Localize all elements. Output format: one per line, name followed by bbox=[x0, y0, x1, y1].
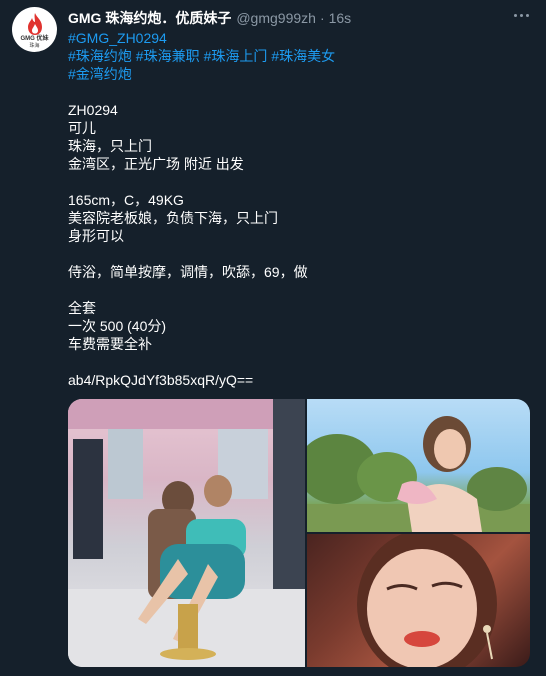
hashtag[interactable]: #珠海兼职 bbox=[136, 48, 200, 64]
hashtag[interactable]: #珠海约炮 bbox=[68, 48, 132, 64]
more-options-button[interactable] bbox=[510, 6, 532, 24]
hashtag[interactable]: #珠海上门 bbox=[204, 48, 268, 64]
text-line: 身形可以 bbox=[68, 228, 124, 244]
avatar[interactable]: GMG 优妹 珠海 bbox=[12, 7, 57, 52]
hashtag[interactable]: #珠海美女 bbox=[271, 48, 335, 64]
avatar-city-text: 珠海 bbox=[29, 43, 40, 49]
tweet[interactable]: GMG 优妹 珠海 GMG 珠海约炮．优质妹子 @gmg999zh · 16s … bbox=[0, 0, 546, 676]
tweet-text: #GMG_ZH0294 #珠海约炮 #珠海兼职 #珠海上门 #珠海美女 #金湾约炮 Z… bbox=[68, 29, 530, 389]
text-line: ZH0294 bbox=[68, 102, 118, 118]
hashtag-line-1: #GMG_ZH0294 bbox=[68, 29, 530, 47]
text-line: 一次 500 (40分) bbox=[68, 318, 167, 334]
photo-salon[interactable] bbox=[68, 399, 305, 667]
timestamp[interactable]: 16s bbox=[329, 10, 352, 26]
user-handle[interactable]: @gmg999zh bbox=[236, 10, 316, 26]
text-line: 侍浴，简单按摩，调情，吹舔，69，做 bbox=[68, 264, 308, 280]
text-line: 金湾区，正光广场 附近 出发 bbox=[68, 156, 244, 172]
more-horizontal-icon bbox=[513, 13, 529, 17]
text-line: 165cm，C，49KG bbox=[68, 192, 184, 208]
separator-dot: · bbox=[319, 10, 325, 26]
hashtag[interactable]: #GMG_ZH0294 bbox=[68, 30, 167, 46]
text-line: 珠海，只上门 bbox=[68, 138, 152, 154]
hashtag-line-2: #珠海约炮 #珠海兼职 #珠海上门 #珠海美女 bbox=[68, 47, 530, 65]
flame-icon bbox=[27, 13, 42, 35]
text-line: 全套 bbox=[68, 300, 96, 316]
photo-closeup[interactable] bbox=[307, 534, 530, 667]
media-grid bbox=[68, 399, 530, 667]
tweet-header: GMG 珠海约炮．优质妹子 @gmg999zh · 16s bbox=[68, 9, 351, 27]
display-name[interactable]: GMG 珠海约炮．优质妹子 bbox=[68, 8, 231, 28]
text-line: 可儿 bbox=[68, 120, 96, 136]
hashtag[interactable]: #金湾约炮 bbox=[68, 66, 132, 82]
photo-outdoor[interactable] bbox=[307, 399, 530, 532]
text-line: 车费需要全补 bbox=[68, 336, 152, 352]
hashtag-line-3: #金湾约炮 bbox=[68, 65, 530, 83]
text-line: ab4/RpkQJdYf3b85xqR/yQ== bbox=[68, 372, 254, 388]
text-line: 美容院老板娘，负债下海，只上门 bbox=[68, 210, 278, 226]
avatar-brand-text: GMG 优妹 bbox=[20, 36, 49, 42]
